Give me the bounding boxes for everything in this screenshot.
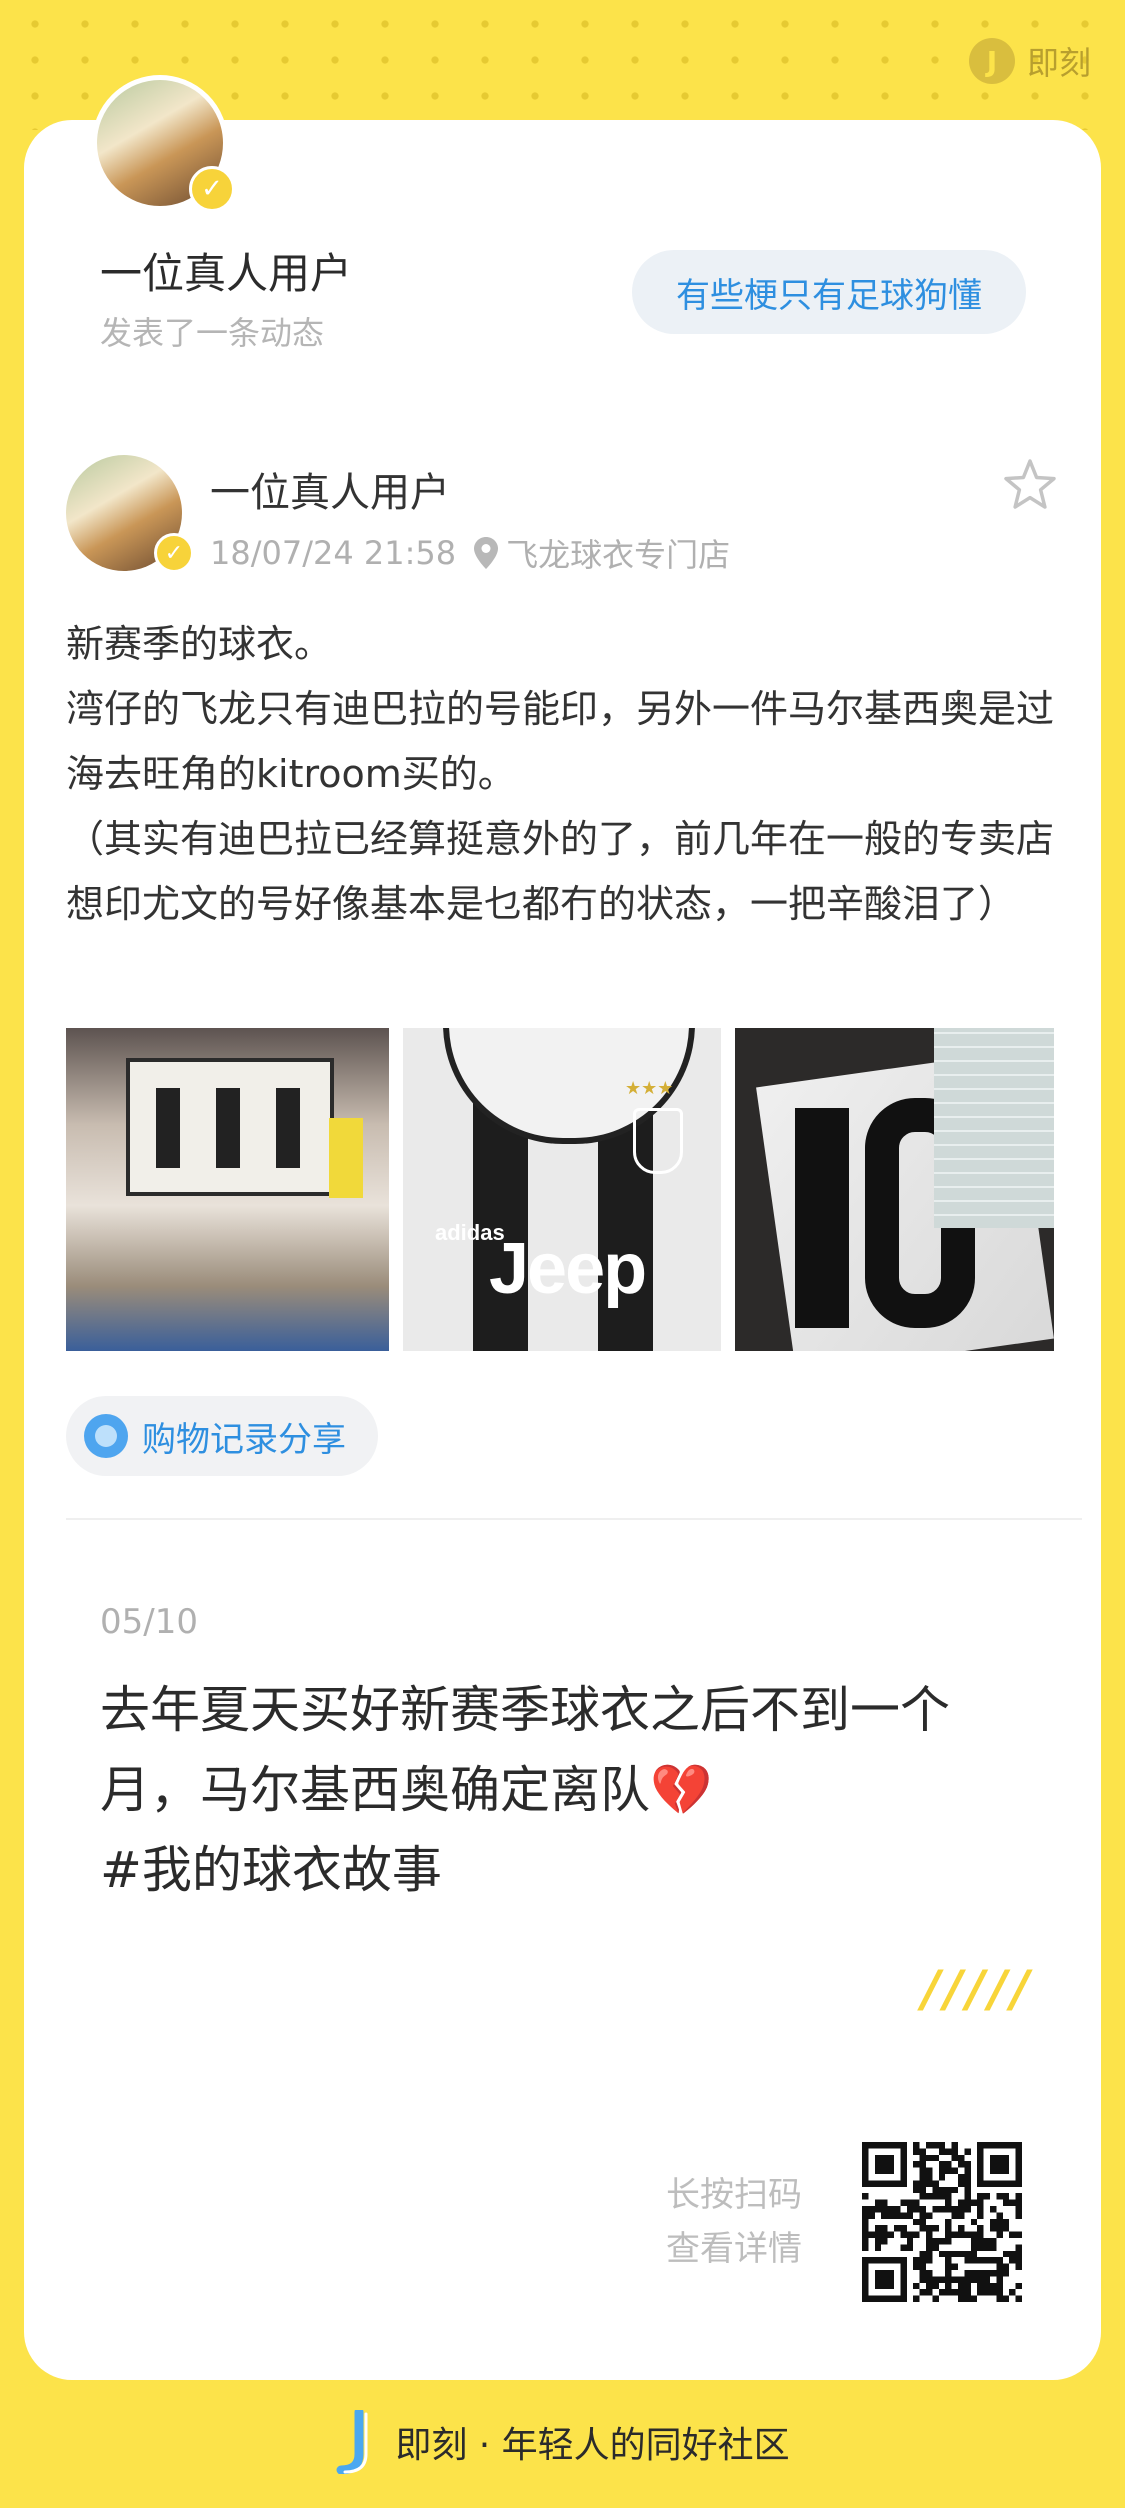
price-tag bbox=[329, 1118, 363, 1198]
scan-hint-line2: 查看详情 bbox=[666, 2229, 802, 2269]
number-one-shape bbox=[795, 1108, 849, 1328]
photo-store-display[interactable] bbox=[66, 1028, 389, 1351]
post-body: 新赛季的球衣。 湾仔的飞龙只有迪巴拉的号能印，另外一件马尔基西奥是过海去旺角的k… bbox=[66, 622, 1055, 926]
topic-dot-icon bbox=[84, 1414, 128, 1458]
poster-subtitle: 发表了一条动态 bbox=[100, 314, 325, 352]
avatar[interactable]: ✓ bbox=[92, 75, 235, 212]
jike-logo-icon bbox=[336, 2410, 368, 2474]
brand-header: J 即刻 bbox=[968, 38, 1091, 84]
post-meta: 18/07/24 21:58 飞龙球衣专门店 bbox=[210, 530, 730, 576]
qr-code-icon[interactable] bbox=[862, 2142, 1022, 2302]
topic-tag-chip[interactable]: 购物记录分享 bbox=[66, 1396, 378, 1476]
footer-slogan: 即刻 · 年轻人的同好社区 bbox=[395, 2425, 790, 2466]
jersey-stripe bbox=[156, 1088, 180, 1168]
stars-icon: ★★★ bbox=[625, 1078, 674, 1099]
footer: 即刻 · 年轻人的同好社区 bbox=[0, 2410, 1125, 2474]
photo-jersey-number[interactable] bbox=[735, 1028, 1054, 1351]
note-date: 05/10 bbox=[100, 1602, 198, 1642]
jersey-stripe bbox=[216, 1088, 240, 1168]
decorative-slashes: ///// bbox=[922, 1960, 1034, 2018]
note-text: 去年夏天买好新赛季球衣之后不到一个月，马尔基西奥确定离队💔 #我的球衣故事 bbox=[100, 1681, 950, 1899]
second-jersey bbox=[934, 1028, 1054, 1228]
photo-juventus-jersey[interactable]: ★★★ adidas Jeep bbox=[403, 1028, 721, 1351]
jeep-logo: Jeep bbox=[489, 1229, 647, 1309]
poster-name: 一位真人用户 bbox=[100, 249, 353, 298]
scan-hint: 长按扫码 查看详情 bbox=[666, 2168, 802, 2276]
divider bbox=[66, 1518, 1082, 1520]
verified-check-icon: ✓ bbox=[154, 533, 194, 573]
verified-check-icon: ✓ bbox=[189, 166, 235, 212]
post-username[interactable]: 一位真人用户 bbox=[210, 460, 450, 518]
topic-button[interactable]: 有些梗只有足球狗懂 bbox=[632, 250, 1026, 334]
star-icon[interactable] bbox=[1002, 458, 1058, 512]
juventus-crest-icon bbox=[633, 1108, 683, 1174]
post-location[interactable]: 飞龙球衣专门店 bbox=[506, 530, 730, 576]
topic-tag-label: 购物记录分享 bbox=[142, 1419, 346, 1460]
jike-logo-icon: J bbox=[968, 38, 1015, 84]
share-card: ✓ 一位真人用户 发表了一条动态 有些梗只有足球狗懂 ✓ 一位真人用户 18/0… bbox=[24, 75, 1101, 2380]
scan-hint-line1: 长按扫码 bbox=[666, 2175, 802, 2215]
post-time: 18/07/24 21:58 bbox=[210, 534, 457, 572]
brand-name: 即刻 bbox=[1026, 44, 1091, 82]
photo-grid: ★★★ adidas Jeep bbox=[66, 1028, 1054, 1351]
location-pin-icon bbox=[474, 537, 499, 569]
jersey-stripe bbox=[276, 1088, 300, 1168]
post-avatar[interactable]: ✓ bbox=[66, 455, 194, 573]
